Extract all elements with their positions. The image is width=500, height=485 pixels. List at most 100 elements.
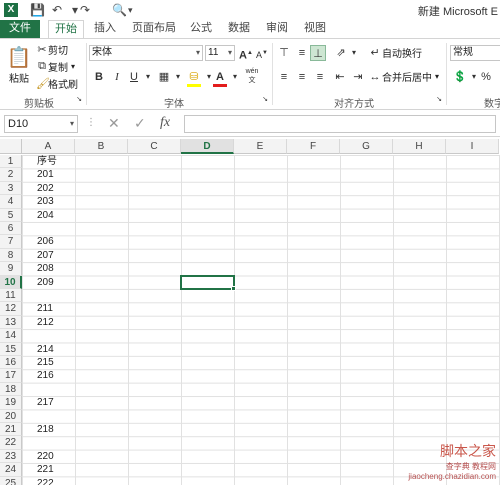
number-format-combo[interactable]: 常规 bbox=[450, 45, 500, 61]
row-header-6[interactable]: 6 bbox=[0, 222, 22, 236]
row-header-22[interactable]: 22 bbox=[0, 436, 22, 450]
row-header-23[interactable]: 23 bbox=[0, 449, 22, 464]
percent-button[interactable]: % bbox=[478, 69, 494, 85]
row-header-18[interactable]: 18 bbox=[0, 382, 22, 397]
tab-data[interactable]: 数据 bbox=[224, 20, 254, 38]
cell-a15[interactable]: 214 bbox=[37, 343, 54, 356]
borders-dropdown-icon[interactable]: ▾ bbox=[170, 69, 186, 85]
column-header-i[interactable]: I bbox=[446, 139, 499, 154]
row-header-17[interactable]: 17 bbox=[0, 369, 22, 383]
wrap-text-button[interactable]: ↵ 自动换行 bbox=[368, 45, 422, 60]
row-header-16[interactable]: 16 bbox=[0, 356, 22, 370]
tab-home[interactable]: 开始 bbox=[48, 20, 84, 39]
column-header-d[interactable]: D bbox=[181, 139, 234, 154]
font-name-combo[interactable]: 宋体 ▾ bbox=[89, 45, 203, 61]
row-header-21[interactable]: 21 bbox=[0, 423, 22, 437]
cell-a16[interactable]: 215 bbox=[37, 356, 54, 369]
cell-a4[interactable]: 203 bbox=[37, 195, 54, 208]
align-middle-icon[interactable]: ≡ bbox=[294, 45, 310, 61]
row-header-9[interactable]: 9 bbox=[0, 262, 22, 276]
alignment-launcher-icon[interactable]: ↘ bbox=[434, 95, 444, 105]
cell-a25[interactable]: 222 bbox=[37, 477, 54, 485]
tab-review[interactable]: 审阅 bbox=[262, 20, 292, 38]
cell-a13[interactable]: 212 bbox=[37, 316, 54, 329]
column-header-b[interactable]: B bbox=[75, 139, 128, 154]
selected-cell[interactable] bbox=[180, 274, 235, 290]
row-header-25[interactable]: 25 bbox=[0, 476, 22, 485]
cell-a3[interactable]: 202 bbox=[37, 182, 54, 195]
cell-a21[interactable]: 218 bbox=[37, 423, 54, 436]
orientation-dropdown-icon[interactable]: ▾ bbox=[346, 45, 362, 61]
column-header-f[interactable]: F bbox=[287, 139, 340, 154]
redo-icon[interactable]: ↷ bbox=[80, 2, 90, 18]
row-header-4[interactable]: 4 bbox=[0, 195, 22, 209]
merge-center-button[interactable]: ↔ 合并后居中 ▾ bbox=[368, 69, 440, 85]
name-box[interactable]: D10 ▾ bbox=[4, 115, 78, 133]
cell-a17[interactable]: 216 bbox=[37, 369, 54, 382]
row-header-15[interactable]: 15 bbox=[0, 342, 22, 356]
select-all-corner[interactable] bbox=[0, 139, 22, 154]
tab-formulas[interactable]: 公式 bbox=[186, 20, 216, 38]
cell-a8[interactable]: 207 bbox=[37, 249, 54, 262]
cancel-icon[interactable]: ✕ bbox=[108, 115, 120, 132]
format-painter-button[interactable]: 🖌 格式刷 bbox=[36, 76, 78, 91]
row-header-11[interactable]: 11 bbox=[0, 289, 22, 303]
cell-a10[interactable]: 209 bbox=[37, 276, 54, 289]
font-size-combo[interactable]: 11 ▾ bbox=[205, 45, 235, 61]
phonetic-button[interactable]: wén 文 bbox=[244, 67, 260, 84]
cell-a19[interactable]: 217 bbox=[37, 396, 54, 409]
increase-indent-icon[interactable]: ⇥ bbox=[350, 69, 366, 85]
undo-icon[interactable]: ↶ bbox=[52, 2, 62, 18]
row-header-12[interactable]: 12 bbox=[0, 302, 22, 316]
font-launcher-icon[interactable]: ↘ bbox=[260, 95, 270, 105]
row-header-10[interactable]: 10 bbox=[0, 275, 22, 289]
align-left-icon[interactable]: ≡ bbox=[276, 69, 292, 85]
italic-button[interactable]: I bbox=[109, 69, 125, 85]
save-icon[interactable]: 💾 bbox=[30, 2, 45, 18]
row-header-8[interactable]: 8 bbox=[0, 248, 22, 263]
row-header-14[interactable]: 14 bbox=[0, 329, 22, 343]
tab-insert[interactable]: 插入 bbox=[90, 20, 120, 38]
cell-area[interactable] bbox=[22, 155, 500, 485]
cell-a2[interactable]: 201 bbox=[37, 168, 54, 181]
cell-a9[interactable]: 208 bbox=[37, 262, 54, 275]
cell-a23[interactable]: 220 bbox=[37, 450, 54, 463]
increase-font-button[interactable]: A▲ bbox=[238, 45, 254, 62]
row-header-5[interactable]: 5 bbox=[0, 208, 22, 222]
decrease-indent-icon[interactable]: ⇤ bbox=[332, 69, 348, 85]
align-center-icon[interactable]: ≡ bbox=[294, 69, 310, 85]
cell-a24[interactable]: 221 bbox=[37, 463, 54, 476]
undo-dropdown-icon[interactable]: ▾ bbox=[72, 2, 78, 18]
customize-quick-access-icon[interactable]: ▾ bbox=[128, 2, 133, 18]
row-header-13[interactable]: 13 bbox=[0, 315, 22, 330]
decrease-font-button[interactable]: A▼ bbox=[254, 45, 270, 61]
row-header-7[interactable]: 7 bbox=[0, 235, 22, 249]
tab-file[interactable]: 文件 bbox=[0, 20, 40, 38]
align-bottom-icon[interactable]: ⊥ bbox=[310, 45, 326, 61]
column-header-a[interactable]: A bbox=[22, 139, 75, 154]
fill-handle[interactable] bbox=[231, 286, 236, 291]
cut-button[interactable]: ✂ 剪切 bbox=[36, 42, 68, 57]
clipboard-launcher-icon[interactable]: ↘ bbox=[74, 95, 84, 105]
cell-a12[interactable]: 211 bbox=[37, 302, 53, 315]
underline-dropdown-icon[interactable]: ▾ bbox=[140, 69, 156, 85]
font-color-dropdown-icon[interactable]: ▾ bbox=[227, 69, 243, 85]
fill-color-icon[interactable]: ⛁ bbox=[186, 69, 202, 85]
row-header-19[interactable]: 19 bbox=[0, 396, 22, 410]
column-header-c[interactable]: C bbox=[128, 139, 181, 154]
cell-a7[interactable]: 206 bbox=[37, 235, 54, 248]
row-header-2[interactable]: 2 bbox=[0, 168, 22, 182]
tab-view[interactable]: 视图 bbox=[300, 20, 330, 38]
row-header-24[interactable]: 24 bbox=[0, 463, 22, 477]
insert-function-icon[interactable]: fx bbox=[160, 115, 170, 131]
row-header-1[interactable]: 1 bbox=[0, 155, 22, 169]
formula-input[interactable] bbox=[184, 115, 496, 133]
font-color-icon[interactable]: A bbox=[212, 69, 228, 85]
row-header-3[interactable]: 3 bbox=[0, 181, 22, 196]
align-right-icon[interactable]: ≡ bbox=[312, 69, 328, 85]
bold-button[interactable]: B bbox=[91, 69, 107, 85]
paste-button[interactable]: 📋 粘贴 bbox=[6, 45, 32, 85]
enter-icon[interactable]: ✓ bbox=[134, 115, 146, 132]
column-header-e[interactable]: E bbox=[234, 139, 287, 154]
column-header-h[interactable]: H bbox=[393, 139, 446, 154]
